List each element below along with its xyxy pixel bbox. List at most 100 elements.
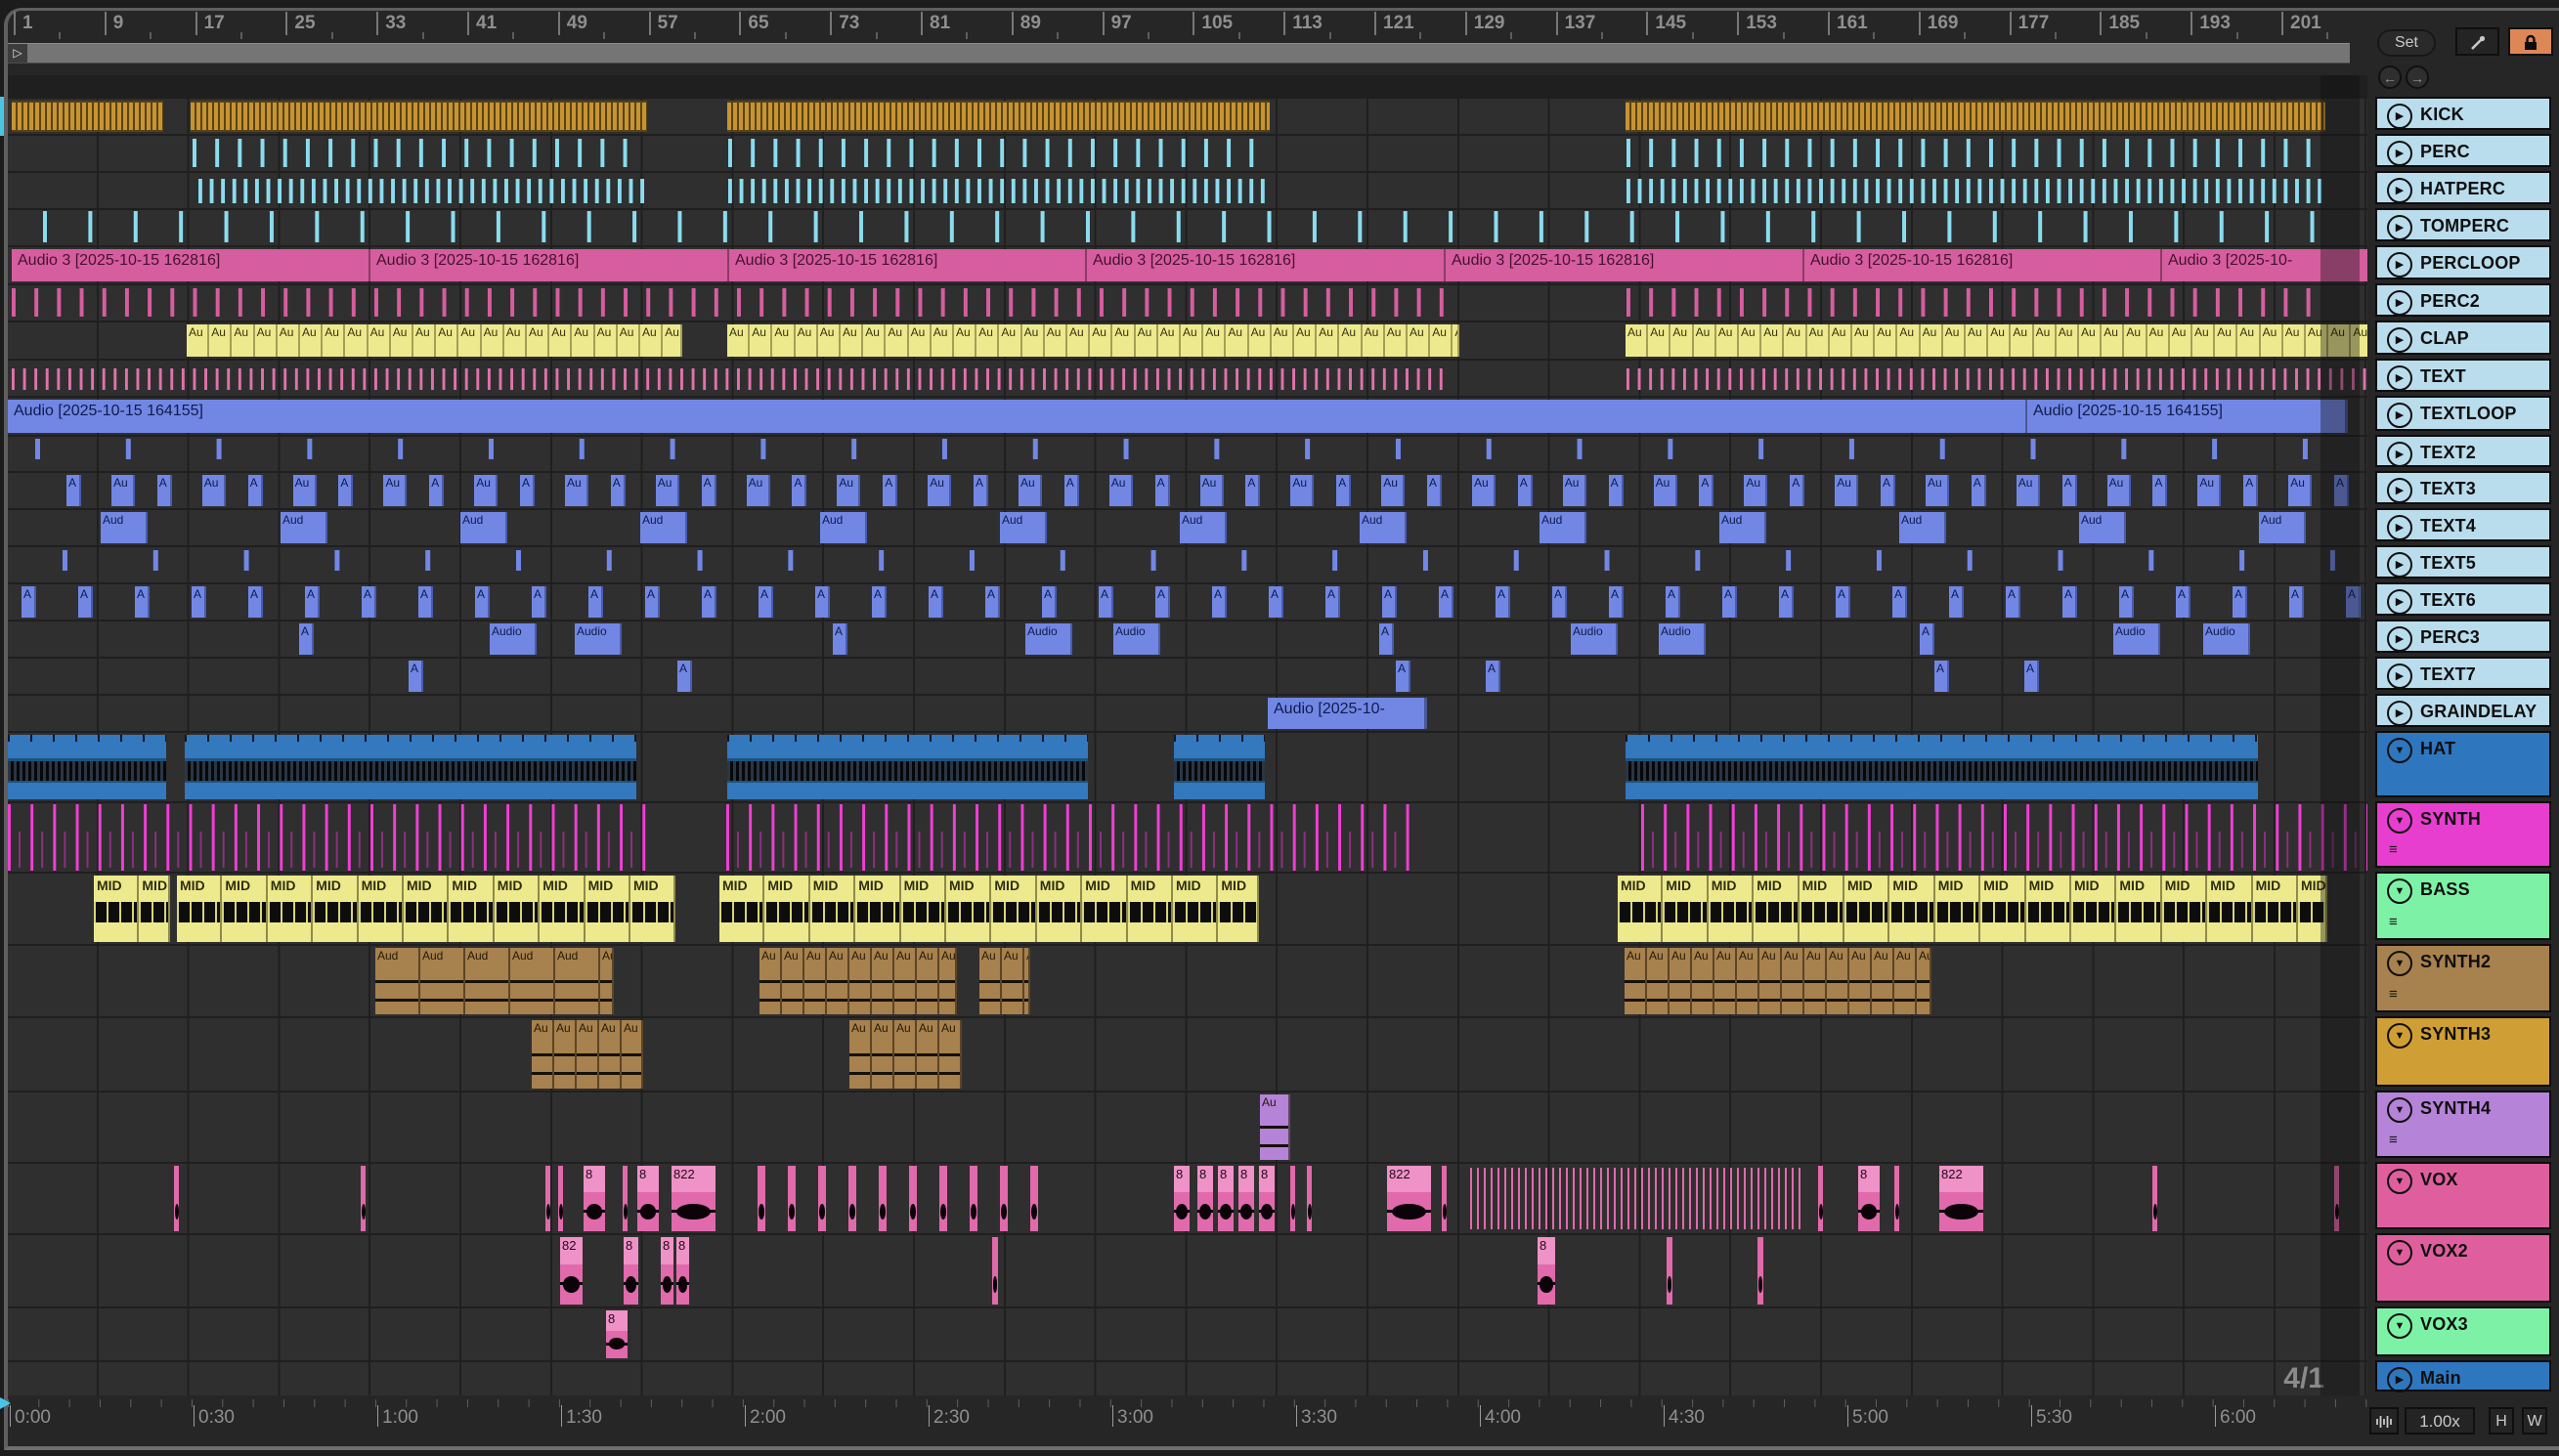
clip-cell[interactable]: Au <box>1203 324 1227 357</box>
clip-cell[interactable]: Au <box>817 324 841 357</box>
clip-cell[interactable]: Au <box>2102 324 2125 357</box>
clip-cell[interactable]: Au <box>1381 475 1406 506</box>
play-icon[interactable]: ▶ <box>2387 478 2412 503</box>
clip-cell[interactable]: Au <box>759 948 782 1014</box>
clip[interactable]: A <box>1379 623 1394 655</box>
clip-cell[interactable]: MID <box>630 876 676 942</box>
clip[interactable]: A Audio Audio A Audio Audio A Audio Audio A Audio A… <box>8 623 2367 655</box>
row-vox3[interactable]: 8 <box>8 1308 2367 1360</box>
clip[interactable]: A <box>2024 661 2039 692</box>
clip-cell[interactable]: Au <box>1849 948 1872 1014</box>
clip[interactable]: 8 <box>1538 1237 1555 1305</box>
clip-cell[interactable]: Au <box>474 475 499 506</box>
clip-cell[interactable]: Au <box>908 324 932 357</box>
track-header-main[interactable]: ▶ Main <box>2375 1360 2551 1392</box>
clip-cell[interactable]: Au <box>837 475 861 506</box>
play-start-marker[interactable]: ▷ <box>8 44 27 63</box>
clip[interactable] <box>727 101 1270 132</box>
clip-cell[interactable]: Au <box>2016 475 2040 506</box>
clip-cell[interactable]: Au <box>804 948 827 1014</box>
clip-cell[interactable]: A <box>610 475 626 506</box>
clip-cell[interactable]: Au <box>1829 324 1852 357</box>
clip-cell[interactable]: MID <box>946 876 992 942</box>
clip-cell[interactable]: Au <box>1872 948 1894 1014</box>
clip-cell[interactable]: Au <box>2197 475 2222 506</box>
fold-icon[interactable]: ▼ <box>2387 808 2412 834</box>
clip-cell[interactable]: A <box>1949 586 1964 618</box>
clip-cell[interactable]: Au <box>849 1020 872 1089</box>
menu-icon[interactable]: ≡ <box>2389 1132 2399 1148</box>
clip-cell[interactable]: MID <box>2116 876 2162 942</box>
clip[interactable] <box>43 211 2330 243</box>
clip[interactable] <box>12 367 1449 391</box>
clip-cell[interactable]: MID <box>1934 876 1981 942</box>
clip[interactable] <box>788 1166 796 1231</box>
clip-cell[interactable]: A <box>247 475 263 506</box>
track-header-text4[interactable]: ▶ TEXT4 <box>2375 508 2551 541</box>
clip[interactable] <box>1626 101 2325 132</box>
follow-button[interactable] <box>2369 1407 2399 1435</box>
clip[interactable] <box>1818 1166 1823 1231</box>
clip-cell[interactable]: MID <box>1708 876 1755 942</box>
clip-cell[interactable]: Au <box>1472 475 1496 506</box>
clip[interactable]: A <box>1934 661 1949 692</box>
clip-cell[interactable]: Au <box>1894 948 1917 1014</box>
clip-cell[interactable]: Au <box>209 324 233 357</box>
clip-cell[interactable]: A <box>135 586 150 618</box>
clip-cell[interactable]: Au <box>1317 324 1340 357</box>
clip-cell[interactable]: Au <box>201 475 226 506</box>
clip-cell[interactable]: A <box>1439 586 1453 618</box>
clip-cell[interactable]: A <box>759 586 773 618</box>
arrangement-start-marker[interactable] <box>0 1397 11 1409</box>
clip-cell[interactable]: A <box>418 586 433 618</box>
clip-cell[interactable]: Au <box>1744 475 1768 506</box>
track-header-text6[interactable]: ▶ TEXT6 <box>2375 582 2551 616</box>
fold-icon[interactable]: ▼ <box>2387 1240 2412 1265</box>
clip-cell[interactable]: Au <box>894 948 917 1014</box>
track-header-perc3[interactable]: ▶ PERC3 <box>2375 620 2551 653</box>
clip-cell[interactable]: Au <box>746 475 770 506</box>
clip-cell[interactable]: Au <box>599 1020 622 1089</box>
clip-cell[interactable]: Au <box>1806 324 1830 357</box>
clip-cell[interactable]: Au <box>1181 324 1204 357</box>
track-header-clap[interactable]: ▶ CLAP <box>2375 321 2551 355</box>
track-name[interactable]: CLAP <box>2420 328 2469 349</box>
clip-cell[interactable]: Aud <box>420 948 465 1014</box>
clip-cell[interactable]: Au <box>772 324 796 357</box>
row-main[interactable]: 4/1 <box>8 1362 2367 1395</box>
clip[interactable]: AAAAAA <box>8 661 2367 692</box>
clip-cell[interactable]: Au <box>436 324 459 357</box>
track-header-perc[interactable]: ▶ PERC <box>2375 134 2551 167</box>
clip[interactable]: Audio 3 [2025-10- <box>2162 249 2367 281</box>
play-icon[interactable]: ▶ <box>2387 215 2412 240</box>
menu-icon[interactable]: ≡ <box>2389 914 2399 930</box>
clip-cell[interactable]: Au <box>954 324 977 357</box>
clip-cell[interactable]: A <box>2289 586 2304 618</box>
clip-cell[interactable]: A <box>305 586 320 618</box>
clip[interactable]: A <box>1396 661 1410 692</box>
clip[interactable] <box>1030 1166 1038 1231</box>
clip[interactable]: Au Au Au <box>979 948 1030 1014</box>
track-header-synth3[interactable]: ▼ SYNTH3 <box>2375 1016 2551 1087</box>
clip-cell[interactable]: Au <box>1625 948 1647 1014</box>
clip[interactable]: A <box>1486 661 1500 692</box>
clip-cell[interactable]: A <box>248 586 263 618</box>
clip-cell[interactable]: MID <box>900 876 946 942</box>
clip[interactable]: A <box>299 623 314 655</box>
clip[interactable]: Audio 3 [2025-10-15 162816] <box>12 249 371 281</box>
clip[interactable] <box>1290 1166 1295 1231</box>
clip[interactable]: Au Au Au Au Au Au Au Au Au Au Au Au Au Au Au Au Au Au Au Au… <box>727 324 1459 357</box>
clip-cell[interactable]: A <box>429 475 445 506</box>
clip-cell[interactable]: MID <box>1663 876 1709 942</box>
clip-cell[interactable]: A <box>1666 586 1680 618</box>
clip-cell[interactable]: Au <box>1784 324 1807 357</box>
clip-cell[interactable]: Au <box>872 1020 894 1089</box>
clip-cell[interactable]: Aud <box>1000 512 1047 543</box>
clip-cell[interactable]: MID <box>991 876 1037 942</box>
clip[interactable]: 8 <box>584 1166 605 1231</box>
clip-cell[interactable]: Au <box>413 324 437 357</box>
width-zoom-button[interactable]: W <box>2522 1407 2547 1435</box>
clip-cell[interactable]: MID <box>719 876 765 942</box>
clip[interactable]: Audio <box>490 623 537 655</box>
track-header-vox2[interactable]: ▼ VOX2 <box>2375 1233 2551 1303</box>
